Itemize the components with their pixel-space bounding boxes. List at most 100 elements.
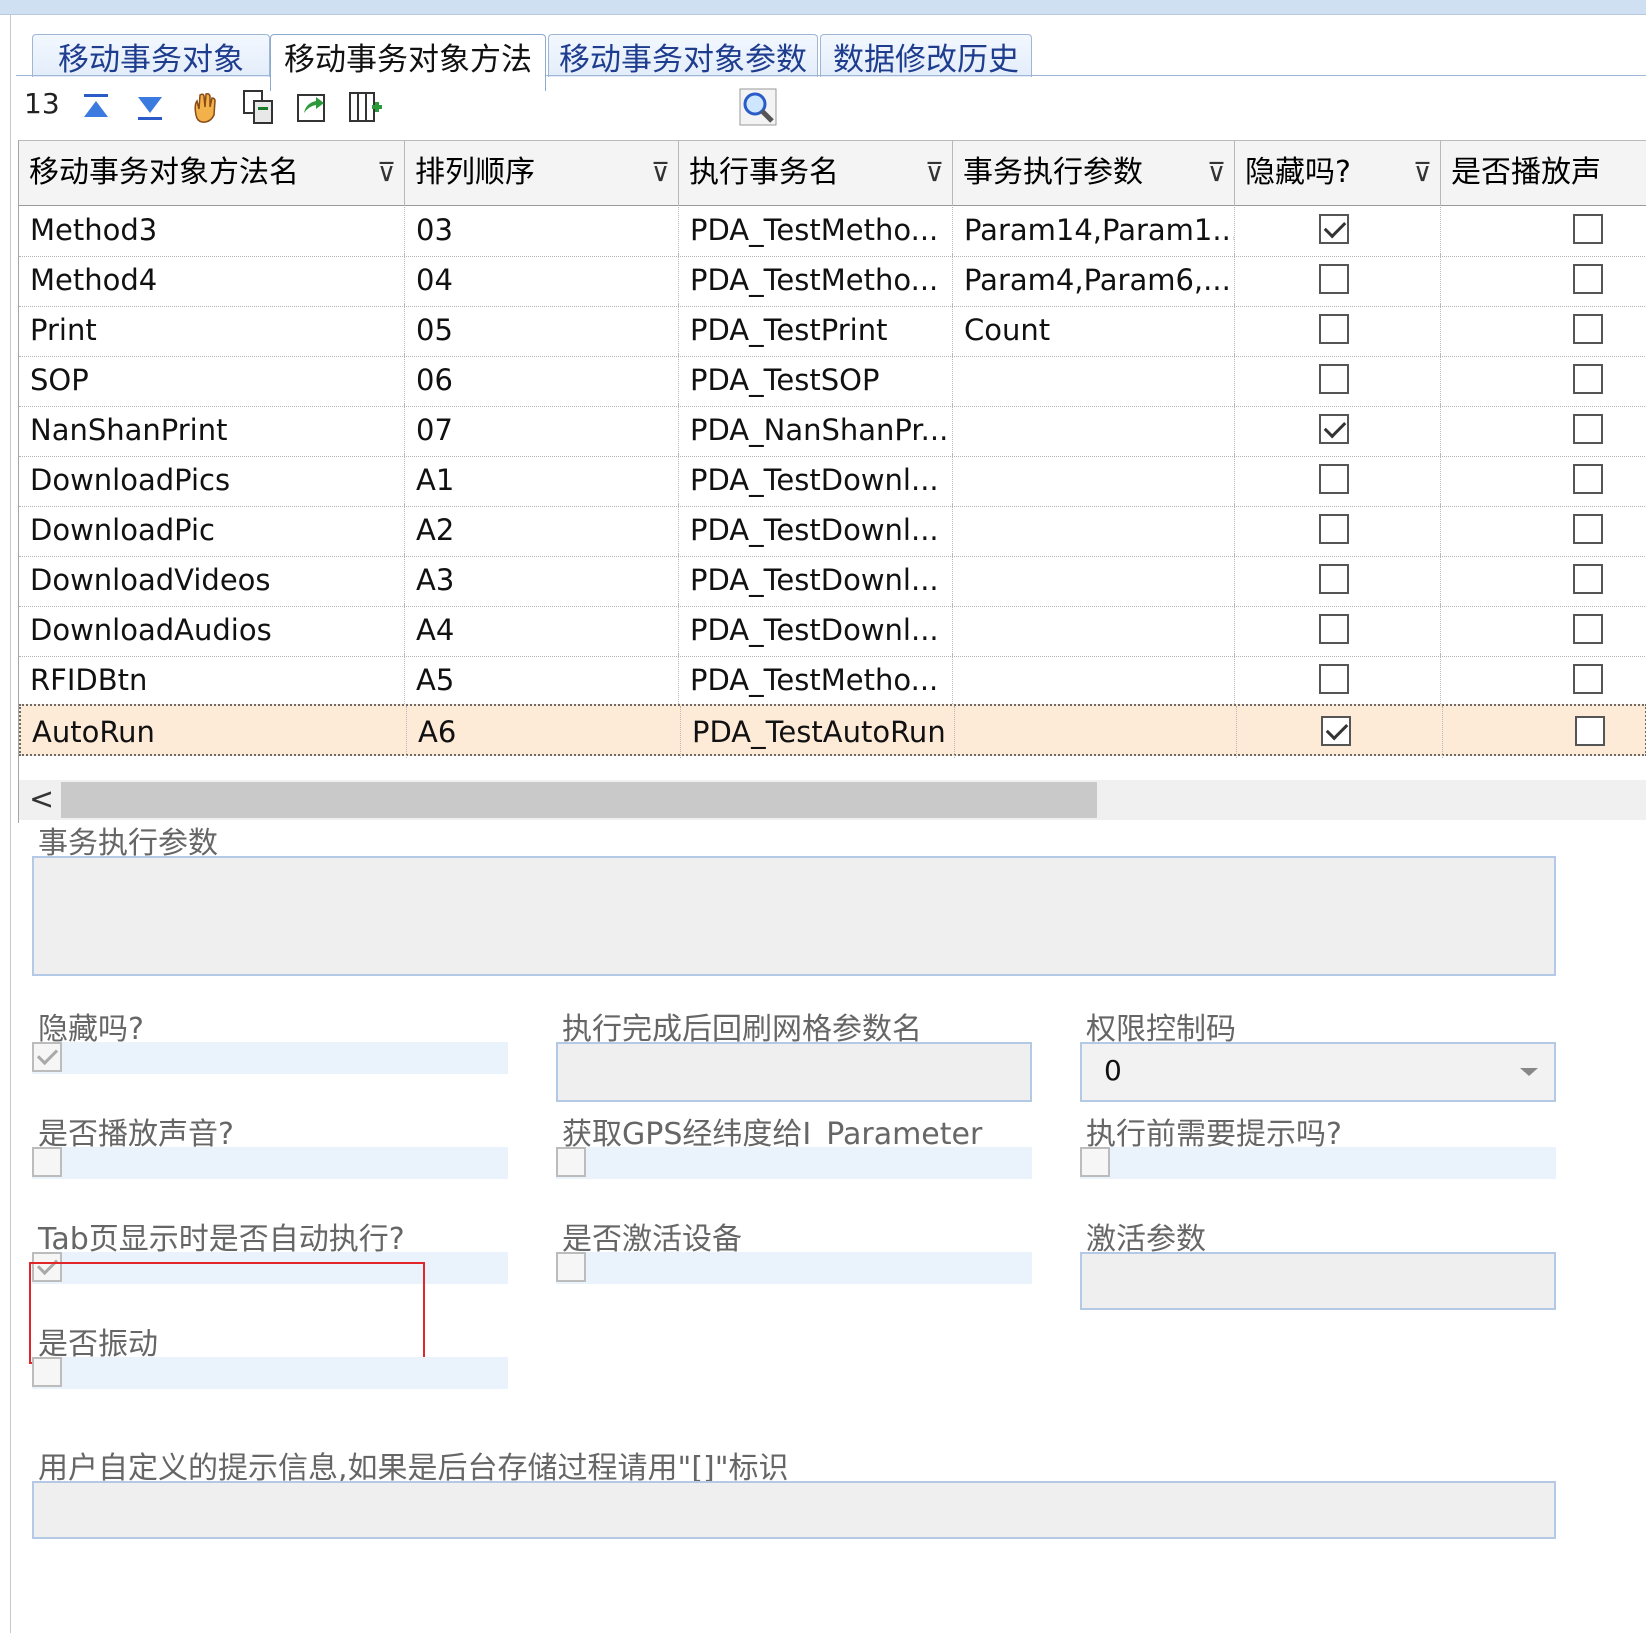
move-last-icon[interactable] [128,85,172,129]
table-row[interactable]: Print 05 PDA_TestPrint Count [19,304,1646,357]
hidden-checkbox[interactable] [1321,716,1351,746]
cell-exec[interactable]: PDA_TestDownl... [679,554,953,606]
filter-icon[interactable]: ⊽ [925,141,944,205]
hidden-checkbox[interactable] [1319,464,1349,494]
table-row[interactable]: DownloadVideos A3 PDA_TestDownl... [19,554,1646,607]
cell-order[interactable]: A6 [407,706,681,758]
cell-exec[interactable]: PDA_NanShanPr... [679,404,953,456]
hidden-checkbox[interactable] [1319,414,1349,444]
export-icon[interactable] [290,85,334,129]
horizontal-scrollbar[interactable]: < [19,780,1646,820]
cell-exec[interactable]: PDA_TestDownl... [679,604,953,656]
cell-name[interactable]: Method4 [19,254,405,306]
hidden-checkbox[interactable] [1319,664,1349,694]
cell-param[interactable] [955,706,1237,758]
play-sound-checkbox[interactable] [1573,264,1603,294]
cell-exec[interactable]: PDA_TestDownl... [679,454,953,506]
prompt-before-checkbox[interactable] [1080,1147,1110,1177]
chevron-down-icon[interactable] [1520,1068,1538,1076]
cell-name[interactable]: DownloadAudios [19,604,405,656]
hidden-checkbox[interactable] [1319,214,1349,244]
cell-exec[interactable]: PDA_TestAutoRun [681,706,955,758]
cell-name[interactable]: DownloadPics [19,454,405,506]
play-sound-checkbox[interactable] [1573,214,1603,244]
tab-transaction-object-methods[interactable]: 移动事务对象方法 [270,34,546,91]
play-sound-checkbox[interactable] [1573,664,1603,694]
cell-exec[interactable]: PDA_TestDownl... [679,504,953,556]
table-row[interactable]: Method3 03 PDA_TestMetho... Param14,Param1.… [19,204,1646,257]
cell-param[interactable] [953,404,1235,456]
filter-icon[interactable]: ⊽ [1207,141,1226,205]
table-row[interactable]: NanShanPrint 07 PDA_NanShanPr... [19,404,1646,457]
hidden-checkbox[interactable] [1319,514,1349,544]
table-row[interactable]: DownloadPic A2 PDA_TestDownl... [19,504,1646,557]
cell-exec[interactable]: PDA_TestPrint [679,304,953,356]
table-row[interactable]: RFIDBtn A5 PDA_TestMetho... [19,654,1646,707]
cell-param[interactable] [953,504,1235,556]
cell-name[interactable]: DownloadPic [19,504,405,556]
refresh-param-input[interactable] [556,1042,1032,1102]
move-first-icon[interactable] [74,85,118,129]
cell-name[interactable]: Method3 [19,204,405,256]
table-row[interactable]: DownloadPics A1 PDA_TestDownl... [19,454,1646,507]
cell-exec[interactable]: PDA_TestMetho... [679,654,953,706]
col-header-play-sound[interactable]: 是否播放声 [1441,141,1646,205]
gps-checkbox[interactable] [556,1147,586,1177]
hidden-checkbox[interactable] [32,1042,62,1072]
col-header-hidden[interactable]: 隐藏吗? ⊽ [1235,141,1441,205]
table-row[interactable]: AutoRun A6 PDA_TestAutoRun [19,704,1646,758]
hidden-checkbox[interactable] [1319,564,1349,594]
permission-select[interactable]: 0 [1080,1042,1556,1102]
cell-param[interactable] [953,454,1235,506]
play-sound-checkbox[interactable] [1575,716,1605,746]
cell-name[interactable]: AutoRun [21,706,407,758]
cell-order[interactable]: A4 [405,604,679,656]
cell-name[interactable]: RFIDBtn [19,654,405,706]
cell-order[interactable]: 03 [405,204,679,256]
col-header-exec-name[interactable]: 执行事务名 ⊽ [679,141,953,205]
hidden-checkbox[interactable] [1319,614,1349,644]
scroll-left-icon[interactable]: < [29,780,54,820]
column-add-icon[interactable] [344,85,388,129]
cell-order[interactable]: 07 [405,404,679,456]
cell-param[interactable]: Param14,Param1... [953,204,1235,256]
col-header-method-name[interactable]: 移动事务对象方法名 ⊽ [19,141,405,205]
col-header-order[interactable]: 排列顺序 ⊽ [405,141,679,205]
cell-param[interactable] [953,554,1235,606]
custom-prompt-input[interactable] [32,1481,1556,1539]
play-sound-checkbox[interactable] [1573,614,1603,644]
cell-order[interactable]: A1 [405,454,679,506]
cell-param[interactable]: Count [953,304,1235,356]
cell-name[interactable]: DownloadVideos [19,554,405,606]
play-sound-checkbox[interactable] [1573,514,1603,544]
copy-icon[interactable] [236,85,280,129]
hidden-checkbox[interactable] [1319,364,1349,394]
table-row[interactable]: SOP 06 PDA_TestSOP [19,354,1646,407]
filter-icon[interactable]: ⊽ [1413,141,1432,205]
cell-param[interactable] [953,604,1235,656]
cell-exec[interactable]: PDA_TestMetho... [679,204,953,256]
play-sound-checkbox[interactable] [1573,464,1603,494]
activate-device-checkbox[interactable] [556,1252,586,1282]
cell-name[interactable]: Print [19,304,405,356]
search-icon[interactable] [736,85,780,129]
cell-order[interactable]: A5 [405,654,679,706]
play-sound-checkbox[interactable] [32,1147,62,1177]
hidden-checkbox[interactable] [1319,264,1349,294]
exec-params-textarea[interactable] [32,856,1556,976]
filter-icon[interactable]: ⊽ [377,141,396,205]
play-sound-checkbox[interactable] [1573,414,1603,444]
play-sound-checkbox[interactable] [1573,364,1603,394]
cell-name[interactable]: SOP [19,354,405,406]
table-row[interactable]: DownloadAudios A4 PDA_TestDownl... [19,604,1646,657]
cell-exec[interactable]: PDA_TestSOP [679,354,953,406]
table-row[interactable]: Method4 04 PDA_TestMetho... Param4,Param6,.… [19,254,1646,307]
cell-order[interactable]: 04 [405,254,679,306]
cell-name[interactable]: NanShanPrint [19,404,405,456]
cell-order[interactable]: 05 [405,304,679,356]
col-header-exec-params[interactable]: 事务执行参数 ⊽ [953,141,1235,205]
cell-param[interactable] [953,654,1235,706]
scroll-thumb[interactable] [61,782,1097,818]
hidden-checkbox[interactable] [1319,314,1349,344]
cell-param[interactable] [953,354,1235,406]
